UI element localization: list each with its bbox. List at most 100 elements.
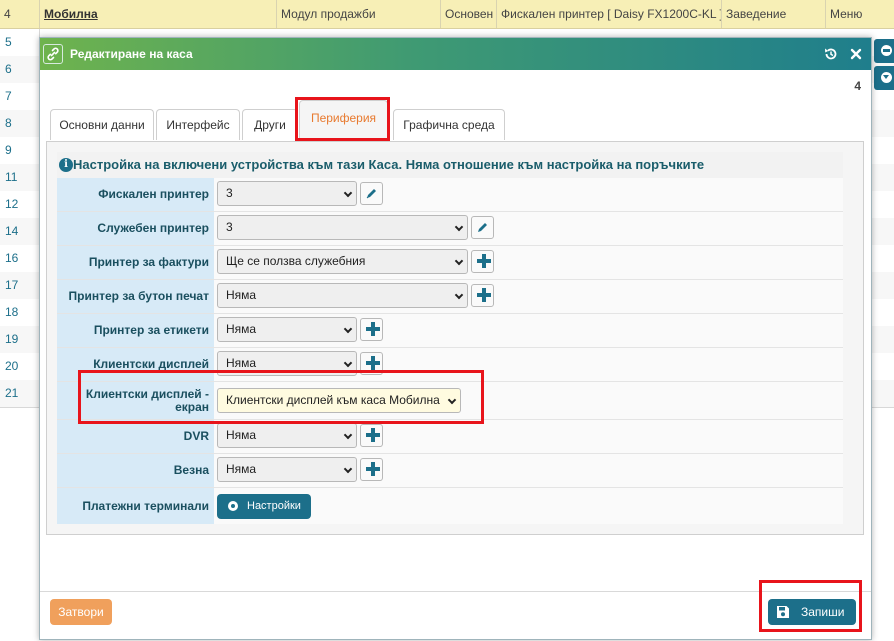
row-number[interactable]: 19 bbox=[0, 326, 40, 353]
chevron-down-icon bbox=[343, 430, 353, 440]
tab-interface[interactable]: Интерфейс bbox=[156, 109, 240, 140]
payment-terminals-settings-button[interactable]: Настройки bbox=[217, 494, 311, 519]
select-value: Клиентски дисплей към каса Мобилна bbox=[226, 393, 440, 407]
row-number[interactable]: 20 bbox=[0, 353, 40, 380]
link-icon bbox=[43, 44, 63, 64]
header-cell-id: 4 bbox=[0, 0, 40, 28]
label-customer-display: Клиентски дисплей bbox=[57, 348, 214, 381]
select-value: Няма bbox=[226, 356, 257, 370]
plus-icon bbox=[366, 462, 380, 476]
label-service-printer: Служебен принтер bbox=[57, 212, 214, 245]
modal-header: Редактиране на каса bbox=[40, 38, 871, 70]
header-cell-fiscal-printer: Фискален принтер [ Daisy FX1200C-KL ] bbox=[497, 0, 722, 28]
record-id: 4 bbox=[854, 79, 861, 93]
close-icon[interactable] bbox=[848, 46, 864, 62]
footer-divider bbox=[40, 591, 871, 592]
select-label-printer[interactable]: Няма bbox=[217, 317, 357, 342]
header-cell-name[interactable]: Мобилна bbox=[40, 0, 277, 28]
row-number[interactable]: 14 bbox=[0, 218, 40, 245]
edit-icon bbox=[478, 223, 487, 232]
add-scale-button[interactable] bbox=[360, 458, 383, 481]
row-number[interactable]: 12 bbox=[0, 191, 40, 218]
select-value: Няма bbox=[226, 322, 257, 336]
add-invoice-printer-button[interactable] bbox=[471, 250, 494, 273]
collapse-button[interactable] bbox=[874, 39, 894, 63]
edit-icon bbox=[366, 189, 376, 199]
header-cell-menu: Меню bbox=[830, 7, 863, 21]
tab-peripherals[interactable]: Периферия bbox=[299, 100, 388, 141]
label-customer-display-screen: Клиентски дисплей - екран bbox=[57, 382, 214, 419]
edit-fiscal-printer-button[interactable] bbox=[360, 182, 383, 205]
label-scale: Везна bbox=[57, 454, 214, 487]
row-number[interactable]: 5 bbox=[0, 29, 40, 56]
tab-other[interactable]: Други bbox=[242, 109, 298, 140]
tab-basic-data[interactable]: Основни данни bbox=[50, 109, 154, 140]
row-number[interactable]: 8 bbox=[0, 110, 40, 137]
section-title-text: Настройка на включени устройства към таз… bbox=[73, 157, 705, 172]
row-number[interactable]: 21 bbox=[0, 380, 40, 407]
row-dvr: DVR Няма bbox=[57, 420, 843, 454]
plus-icon bbox=[366, 428, 380, 442]
restore-icon[interactable] bbox=[823, 46, 839, 62]
plus-icon bbox=[477, 254, 491, 268]
select-value: 3 bbox=[226, 220, 233, 234]
plus-icon bbox=[366, 322, 380, 336]
select-invoice-printer[interactable]: Ще се ползва служебния bbox=[217, 249, 468, 274]
expand-button[interactable] bbox=[874, 66, 894, 90]
select-customer-display-screen[interactable]: Клиентски дисплей към каса Мобилна bbox=[217, 388, 461, 413]
gear-icon bbox=[228, 501, 238, 511]
row-number[interactable]: 6 bbox=[0, 56, 40, 83]
row-number[interactable]: 16 bbox=[0, 245, 40, 272]
header-cell-main: Основен bbox=[441, 0, 497, 28]
tab-graphic-environment[interactable]: Графична среда bbox=[393, 109, 505, 140]
row-number[interactable]: 18 bbox=[0, 299, 40, 326]
label-invoice-printer: Принтер за фактури bbox=[57, 246, 214, 279]
select-print-button-printer[interactable]: Няма bbox=[217, 283, 468, 308]
label-print-button-printer: Принтер за бутон печат bbox=[57, 280, 214, 313]
chevron-down-icon bbox=[454, 290, 464, 300]
row-label-printer: Принтер за етикети Няма bbox=[57, 314, 843, 348]
plus-icon bbox=[477, 288, 491, 302]
label-fiscal-printer: Фискален принтер bbox=[57, 178, 214, 211]
label-dvr: DVR bbox=[57, 420, 214, 453]
select-service-printer[interactable]: 3 bbox=[217, 215, 468, 240]
header-cell-module: Модул продажби bbox=[277, 0, 441, 28]
row-number[interactable]: 11 bbox=[0, 164, 40, 191]
select-value: Няма bbox=[226, 462, 257, 476]
row-number[interactable]: 17 bbox=[0, 272, 40, 299]
add-customer-display-button[interactable] bbox=[360, 352, 383, 375]
select-value: Няма bbox=[226, 428, 257, 442]
info-icon: i bbox=[59, 158, 73, 172]
label-label-printer: Принтер за етикети bbox=[57, 314, 214, 347]
row-number[interactable]: 7 bbox=[0, 83, 40, 110]
collapse-icon bbox=[881, 45, 892, 56]
row-number[interactable]: 9 bbox=[0, 137, 40, 164]
row-print-button-printer: Принтер за бутон печат Няма bbox=[57, 280, 843, 314]
edit-service-printer-button[interactable] bbox=[471, 216, 494, 239]
peripherals-panel: i Настройка на включени устройства към т… bbox=[57, 152, 843, 524]
select-dvr[interactable]: Няма bbox=[217, 423, 357, 448]
add-label-printer-button[interactable] bbox=[360, 318, 383, 341]
add-print-button-printer-button[interactable] bbox=[471, 284, 494, 307]
select-value: 3 bbox=[226, 186, 233, 200]
row-customer-display-screen: Клиентски дисплей - екран Клиентски дисп… bbox=[57, 382, 843, 420]
chevron-down-icon bbox=[454, 256, 464, 266]
save-button[interactable]: Запиши bbox=[768, 599, 856, 625]
add-dvr-button[interactable] bbox=[360, 424, 383, 447]
select-scale[interactable]: Няма bbox=[217, 457, 357, 482]
modal-title: Редактиране на каса bbox=[70, 47, 193, 61]
chevron-down-icon bbox=[343, 188, 353, 198]
tab-content-peripherals: i Настройка на включени устройства към т… bbox=[46, 141, 864, 535]
save-button-label: Запиши bbox=[801, 605, 845, 619]
label-payment-terminals: Платежни терминали bbox=[57, 488, 214, 524]
edit-register-modal: Редактиране на каса 4 Основни данни Инте… bbox=[39, 37, 872, 640]
select-value: Няма bbox=[226, 288, 257, 302]
chevron-down-icon bbox=[343, 324, 353, 334]
chevron-down-icon bbox=[447, 395, 457, 405]
select-customer-display[interactable]: Няма bbox=[217, 351, 357, 376]
chevron-down-icon bbox=[343, 358, 353, 368]
select-fiscal-printer[interactable]: 3 bbox=[217, 181, 357, 206]
row-fiscal-printer: Фискален принтер 3 bbox=[57, 178, 843, 212]
close-button[interactable]: Затвори bbox=[50, 599, 112, 625]
plus-icon bbox=[366, 356, 380, 370]
